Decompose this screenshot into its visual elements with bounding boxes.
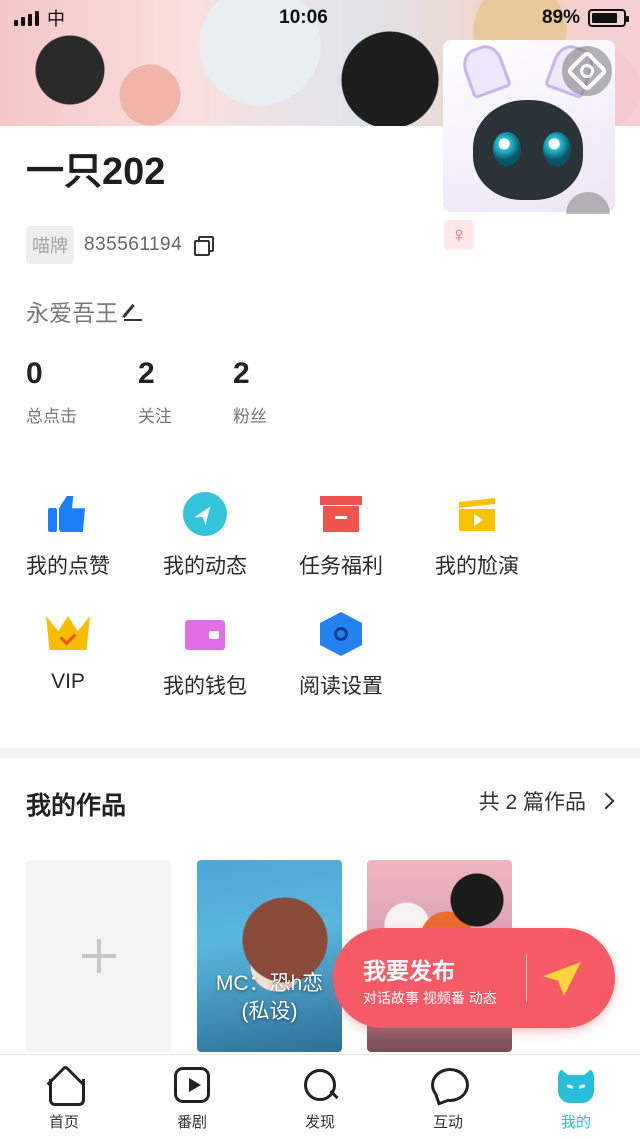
work-card[interactable]: MC：恐h恋 (私设) — [197, 860, 342, 1052]
menu-task-rewards[interactable]: 任务福利 — [273, 492, 409, 580]
works-count: 共 2 篇作品 — [478, 791, 586, 814]
stat-value: 2 — [233, 357, 250, 390]
plus-icon — [81, 939, 116, 973]
works-count-link[interactable]: 共 2 篇作品 — [478, 786, 615, 816]
menu-reading-settings[interactable]: 阅读设置 — [273, 612, 409, 700]
works-section-title: 我的作品 — [26, 792, 127, 820]
clapperboard-icon — [455, 492, 499, 536]
tab-label: 番剧 — [176, 1114, 207, 1131]
menu-label: 我的点赞 — [26, 555, 110, 578]
stat-followers[interactable]: 2 粉丝 — [233, 356, 333, 427]
tab-home[interactable]: 首页 — [0, 1055, 128, 1139]
tab-interact[interactable]: 互动 — [384, 1055, 512, 1139]
gender-female-icon: ♀ — [444, 220, 474, 250]
menu-vip[interactable]: VIP — [0, 612, 136, 694]
add-work-button[interactable] — [26, 860, 171, 1052]
bottom-tab-bar: 首页 番剧 发现 互动 我的 — [0, 1054, 640, 1139]
menu-label: 我的尬演 — [435, 555, 519, 578]
publish-title: 我要发布 — [363, 958, 455, 984]
id-row: 喵牌 835561194 — [26, 226, 215, 264]
tab-discover[interactable]: 发现 — [256, 1055, 384, 1139]
menu-my-moments[interactable]: 我的动态 — [137, 492, 273, 580]
chat-bubble-icon — [430, 1067, 469, 1103]
battery-icon — [587, 9, 629, 27]
menu-label: 我的动态 — [163, 555, 247, 578]
tab-label: 互动 — [432, 1114, 463, 1131]
compass-icon — [183, 492, 227, 536]
work-title: MC：恐h恋 (私设) — [215, 972, 324, 1023]
copy-icon[interactable] — [194, 236, 215, 256]
hexagon-settings-icon — [319, 612, 363, 656]
chevron-right-icon — [597, 792, 615, 810]
cat-face-icon — [558, 1067, 594, 1103]
stat-value: 0 — [26, 357, 43, 390]
stat-clicks[interactable]: 0 总点击 — [26, 356, 138, 427]
edit-icon[interactable] — [124, 301, 142, 321]
stat-label: 粉丝 — [233, 407, 267, 426]
stats-row: 0 总点击 2 关注 2 粉丝 — [26, 356, 333, 427]
tab-label: 我的 — [560, 1114, 591, 1131]
bio[interactable]: 永爱吾王 — [26, 294, 142, 328]
tab-anime[interactable]: 番剧 — [128, 1055, 256, 1139]
publish-button[interactable]: 我要发布 对话故事 视频番 动态 — [333, 928, 615, 1028]
status-bar: 中 10:06 89% — [0, 0, 640, 36]
wallet-icon — [183, 612, 227, 656]
menu-my-likes[interactable]: 我的点赞 — [0, 492, 136, 580]
user-id: 835561194 — [84, 234, 183, 255]
search-icon — [302, 1067, 338, 1103]
tab-mine[interactable]: 我的 — [512, 1055, 640, 1139]
gift-box-icon — [319, 492, 363, 536]
settings-icon[interactable] — [562, 46, 612, 96]
carrier-name: 中 — [47, 9, 65, 29]
section-divider — [0, 748, 640, 758]
crown-icon — [46, 612, 90, 656]
menu-my-wallet[interactable]: 我的钱包 — [137, 612, 273, 700]
publish-subtitle: 对话故事 视频番 动态 — [363, 990, 497, 1006]
status-time: 10:06 — [279, 7, 328, 28]
bio-text: 永爱吾王 — [26, 300, 118, 326]
stat-label: 总点击 — [26, 407, 77, 426]
play-icon — [174, 1067, 210, 1103]
badge-label: 喵牌 — [26, 226, 74, 264]
menu-label: 我的钱包 — [163, 675, 247, 698]
publish-divider — [526, 954, 527, 1002]
battery-percent: 89% — [541, 7, 580, 28]
home-icon — [46, 1067, 85, 1106]
signal-icon — [14, 10, 39, 26]
menu-label: VIP — [51, 670, 85, 693]
menu-label: 任务福利 — [299, 555, 383, 578]
tab-label: 发现 — [304, 1114, 335, 1131]
paper-plane-icon — [543, 962, 581, 996]
menu-my-performance[interactable]: 我的尬演 — [409, 492, 545, 580]
menu-label: 阅读设置 — [299, 675, 383, 698]
tab-label: 首页 — [48, 1114, 79, 1131]
username: 一只202 — [26, 151, 166, 193]
thumbs-up-icon — [46, 492, 90, 536]
